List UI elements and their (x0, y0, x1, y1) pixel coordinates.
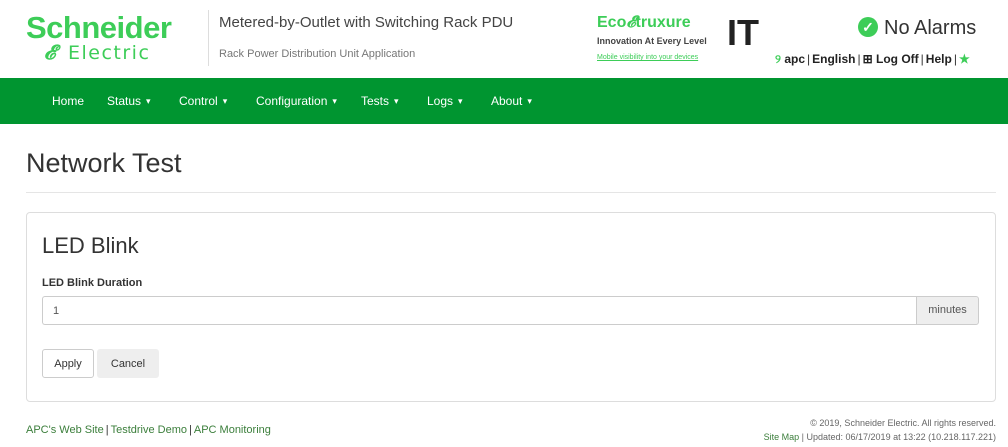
apc-website-link[interactable]: APC's Web Site (26, 424, 104, 436)
eco-mobile-link[interactable]: Mobile visibility into your devices (597, 54, 698, 61)
apply-button[interactable]: Apply (42, 349, 94, 378)
logo-text-electric: Electric (68, 42, 151, 64)
nav-tests[interactable]: Tests ▾ (361, 94, 399, 108)
nav-control[interactable]: Control ▾ (179, 94, 227, 108)
footer-links: APC's Web Site | Testdrive Demo | APC Monito… (26, 424, 271, 436)
eco-tagline: Innovation At Every Level (597, 36, 707, 46)
cancel-button[interactable]: Cancel (97, 349, 159, 378)
eco-leaf-icon: 𝓔 (626, 14, 636, 31)
separator: | (953, 52, 957, 66)
chevron-down-icon: ▾ (394, 96, 399, 106)
eco-text: Eco (597, 14, 627, 31)
chevron-down-icon: ▾ (527, 96, 532, 106)
nav-logs[interactable]: Logs ▾ (427, 94, 463, 108)
chevron-down-icon: ▾ (146, 96, 151, 106)
user-icon: ୨ (775, 52, 781, 66)
logoff-icon: ⊞ (862, 52, 873, 66)
separator: | (807, 52, 811, 66)
separator: | (857, 52, 861, 66)
alarm-status-text: No Alarms (884, 17, 977, 39)
ecostruxure-logo[interactable]: Eco𝓔truxure Innovation At Every Level Mo… (597, 12, 767, 70)
nav-home[interactable]: Home (52, 94, 84, 108)
nav-logs-label: Logs (427, 94, 454, 108)
nav-about[interactable]: About ▾ (491, 94, 532, 108)
duration-unit-addon: minutes (916, 296, 979, 325)
page-title: Network Test (26, 148, 182, 178)
updated-text: Updated: 06/17/2019 at 13:22 (10.218.117… (806, 432, 997, 442)
ecostruxure-wordmark: Eco𝓔truxure (597, 14, 691, 32)
eco-it-text: IT (727, 12, 759, 53)
chevron-down-icon: ▾ (222, 96, 228, 106)
nav-home-label: Home (52, 94, 85, 108)
user-bar: ୨ apc | English | ⊞ Log Off | Help | ★ (775, 52, 970, 67)
chevron-down-icon: ▾ (458, 96, 463, 106)
alarm-status[interactable]: ✓ No Alarms (858, 17, 976, 40)
nav-configuration-label: Configuration (256, 94, 328, 108)
title-divider (26, 192, 996, 193)
footer-status: Site Map | Updated: 06/17/2019 at 13:22 … (764, 432, 996, 442)
led-blink-duration-input[interactable] (42, 296, 916, 325)
truxure-text: truxure (635, 14, 691, 31)
testdrive-demo-link[interactable]: Testdrive Demo (111, 424, 187, 436)
led-blink-panel: LED Blink LED Blink Duration minutes App… (26, 212, 996, 402)
pin-icon[interactable]: ★ (959, 52, 970, 66)
language-link[interactable]: English (812, 52, 855, 66)
check-circle-icon: ✓ (858, 17, 878, 37)
nav-status-label: Status (107, 94, 142, 108)
apc-monitoring-link[interactable]: APC Monitoring (194, 424, 271, 436)
main-nav: Home Status ▾ Control ▾ Configuration ▾ Tes… (0, 78, 1008, 124)
separator: | (189, 424, 192, 436)
separator: | (105, 424, 109, 436)
user-name-link[interactable]: apc (784, 52, 805, 66)
help-link[interactable]: Help (926, 52, 952, 66)
schneider-logo[interactable]: Schneider 𝓔 Electric (26, 8, 206, 64)
nav-about-label: About (491, 94, 523, 108)
nav-tests-label: Tests (361, 94, 390, 108)
logo-leaf-icon: 𝓔 (44, 42, 56, 64)
copyright: © 2019, Schneider Electric. All rights r… (810, 418, 996, 428)
nav-configuration[interactable]: Configuration ▾ (256, 94, 337, 108)
panel-title: LED Blink (42, 233, 139, 258)
product-subtitle: Rack Power Distribution Unit Application (219, 48, 416, 60)
logoff-link[interactable]: Log Off (876, 52, 919, 66)
site-map-link[interactable]: Site Map (764, 432, 800, 442)
led-blink-duration-label: LED Blink Duration (42, 277, 143, 289)
separator: | (920, 52, 924, 66)
header: Schneider 𝓔 Electric Metered-by-Outlet w… (0, 0, 1008, 78)
header-divider (208, 10, 209, 66)
product-title: Metered-by-Outlet with Switching Rack PD… (219, 14, 514, 31)
nav-status[interactable]: Status ▾ (107, 94, 151, 108)
chevron-down-icon: ▾ (332, 96, 337, 106)
separator: | (801, 432, 804, 442)
nav-control-label: Control (179, 94, 218, 108)
logo-text-schneider: Schneider (26, 10, 172, 45)
